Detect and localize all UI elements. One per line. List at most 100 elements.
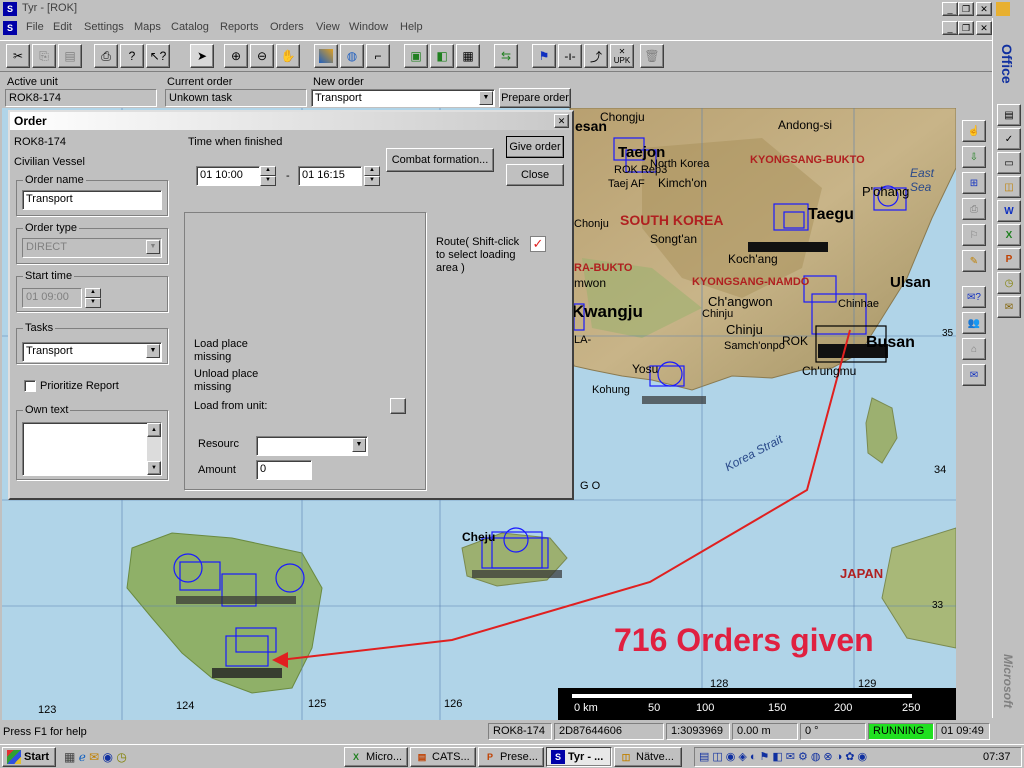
chevron-down-icon[interactable]: ▼ [146, 344, 160, 358]
minimize-button[interactable]: _ [942, 2, 958, 16]
ie-icon[interactable]: ℯ [79, 750, 86, 764]
flag-disabled-icon[interactable]: ⚐ [962, 224, 986, 246]
tool-icon[interactable]: ⤴ [584, 44, 608, 68]
mdi-restore-button[interactable]: ❐ [958, 21, 974, 35]
combat-formation-button[interactable]: Combat formation... [386, 148, 494, 172]
print-icon[interactable]: ⎙ [94, 44, 118, 68]
menu-reports[interactable]: Reports [220, 21, 259, 33]
office-mail-icon[interactable]: ✉ [997, 296, 1021, 318]
dialog-close-icon[interactable]: ✕ [554, 114, 569, 128]
people-icon[interactable]: 👥 [962, 312, 986, 334]
taskbar-item-cats[interactable]: ▤ CATS... [410, 747, 476, 767]
office-excel-icon[interactable]: X [997, 224, 1021, 246]
outlook-icon[interactable]: ✉ [89, 750, 99, 764]
hierarchy-icon[interactable]: ⊞ [962, 172, 986, 194]
zoom-in-icon[interactable]: ⊕ [224, 44, 248, 68]
map-layer-icon[interactable] [314, 44, 338, 68]
scale-icon[interactable]: ⌐ [366, 44, 390, 68]
taskbar-item-prese[interactable]: P Prese... [478, 747, 544, 767]
route-checked-icon[interactable]: ✓ [530, 236, 546, 252]
prioritize-report-checkbox[interactable] [24, 380, 36, 392]
layers-icon[interactable]: ◧ [430, 44, 454, 68]
new-order-select[interactable]: Transport ▼ [311, 89, 495, 107]
menu-orders[interactable]: Orders [270, 21, 304, 33]
finish-time-to-spinner[interactable]: ▲ ▼ [364, 166, 380, 186]
chevron-down-icon[interactable]: ▼ [352, 438, 366, 452]
finish-time-to-input[interactable]: 01 16:15 [298, 166, 362, 186]
select-pointer-icon[interactable]: ➤ [190, 44, 214, 68]
pan-hand-icon[interactable]: ✋ [276, 44, 300, 68]
menu-help[interactable]: Help [400, 21, 423, 33]
own-text-area[interactable]: ▲ ▼ [22, 422, 162, 476]
load-from-unit-picker[interactable] [390, 398, 406, 414]
cut-icon[interactable]: ✂ [6, 44, 30, 68]
finish-time-from-input[interactable]: 01 10:00 [196, 166, 260, 186]
resource-select[interactable]: ▼ [256, 436, 368, 456]
mdi-doc-icon[interactable]: S [3, 21, 17, 35]
close-app-button[interactable]: ✕ [976, 2, 992, 16]
tray-icons[interactable]: ▤◫◉◈◐⚑◧✉⚙◍⊗◑✿◉ [699, 750, 870, 763]
delete-icon[interactable]: 🗑 [640, 44, 664, 68]
mdi-minimize-button[interactable]: _ [942, 21, 958, 35]
office-card-icon[interactable]: ▭ [997, 152, 1021, 174]
copy-icon[interactable]: ⎘ [32, 44, 56, 68]
own-text-scrollbar[interactable]: ▲ ▼ [147, 423, 161, 475]
mdi-close-button[interactable]: ✕ [976, 21, 992, 35]
taskbar-item-natve[interactable]: ◫ Nätve... [614, 747, 682, 767]
app-icon[interactable]: S [3, 2, 17, 16]
hand-order-icon[interactable]: ☝ [962, 120, 986, 142]
chevron-down-icon[interactable]: ▼ [479, 91, 493, 105]
download-icon[interactable]: ⇩ [962, 146, 986, 168]
mail-list-icon[interactable]: ✉ [962, 364, 986, 386]
office-shortcut-icon[interactable] [996, 2, 1010, 16]
map-label-samchonpo: Samch'onpo [724, 340, 785, 352]
paste-icon[interactable]: ▤ [58, 44, 82, 68]
office-doc-icon[interactable]: ▤ [997, 104, 1021, 126]
order-name-input[interactable]: Transport [22, 190, 162, 210]
context-help-icon[interactable]: ↖? [146, 44, 170, 68]
tasks-select[interactable]: Transport ▼ [22, 342, 162, 362]
3d-box-icon[interactable]: ▣ [404, 44, 428, 68]
pencil-icon[interactable]: ✎ [962, 250, 986, 272]
scroll-down-icon[interactable]: ▼ [147, 461, 161, 475]
help-icon[interactable]: ? [120, 44, 144, 68]
document-icon: ▤ [417, 752, 427, 762]
zoom-out-icon[interactable]: ⊖ [250, 44, 274, 68]
office-folder-icon[interactable]: ◫ [997, 176, 1021, 198]
office-clock-icon[interactable]: ◷ [997, 272, 1021, 294]
app-shortcut-icon[interactable]: ◷ [116, 750, 126, 764]
taskbar-item-micro[interactable]: X Micro... [344, 747, 408, 767]
transfer-icon[interactable]: ⇆ [494, 44, 518, 68]
taskbar-item-tyr[interactable]: S Tyr - ... [546, 747, 612, 767]
menu-window[interactable]: Window [349, 21, 388, 33]
mail-query-icon[interactable]: ✉? [962, 286, 986, 308]
close-button[interactable]: Close [506, 164, 564, 186]
home-icon[interactable]: ⌂ [962, 338, 986, 360]
line-icon[interactable]: -ı- [558, 44, 582, 68]
menu-view[interactable]: View [316, 21, 340, 33]
scale-bar [558, 688, 956, 720]
start-button[interactable]: Start [2, 747, 56, 767]
flag-icon[interactable]: ⚑ [532, 44, 556, 68]
amount-input[interactable]: 0 [256, 460, 312, 480]
menu-settings[interactable]: Settings [84, 21, 124, 33]
give-order-button[interactable]: Give order [506, 136, 564, 158]
show-desktop-icon[interactable]: ▦ [64, 750, 75, 764]
menu-maps[interactable]: Maps [134, 21, 161, 33]
menu-catalog[interactable]: Catalog [171, 21, 209, 33]
office-word-icon[interactable]: W [997, 200, 1021, 222]
grid-icon[interactable]: ▦ [456, 44, 480, 68]
upk-icon[interactable]: ✕ UPK [610, 44, 634, 68]
menu-file[interactable]: File [26, 21, 44, 33]
menu-edit[interactable]: Edit [53, 21, 72, 33]
office-powerpoint-icon[interactable]: P [997, 248, 1021, 270]
globe-icon[interactable]: ◍ [340, 44, 364, 68]
scroll-up-icon[interactable]: ▲ [147, 423, 161, 437]
office-note-icon[interactable]: ✓ [997, 128, 1021, 150]
channels-icon[interactable]: ◉ [103, 750, 113, 764]
prepare-order-button[interactable]: Prepare order [499, 88, 571, 108]
printer-disabled-icon[interactable]: ⎙ [962, 198, 986, 220]
start-time-spinner: ▲ ▼ [85, 288, 101, 308]
finish-time-from-spinner[interactable]: ▲ ▼ [260, 166, 276, 186]
restore-button[interactable]: ❐ [958, 2, 974, 16]
